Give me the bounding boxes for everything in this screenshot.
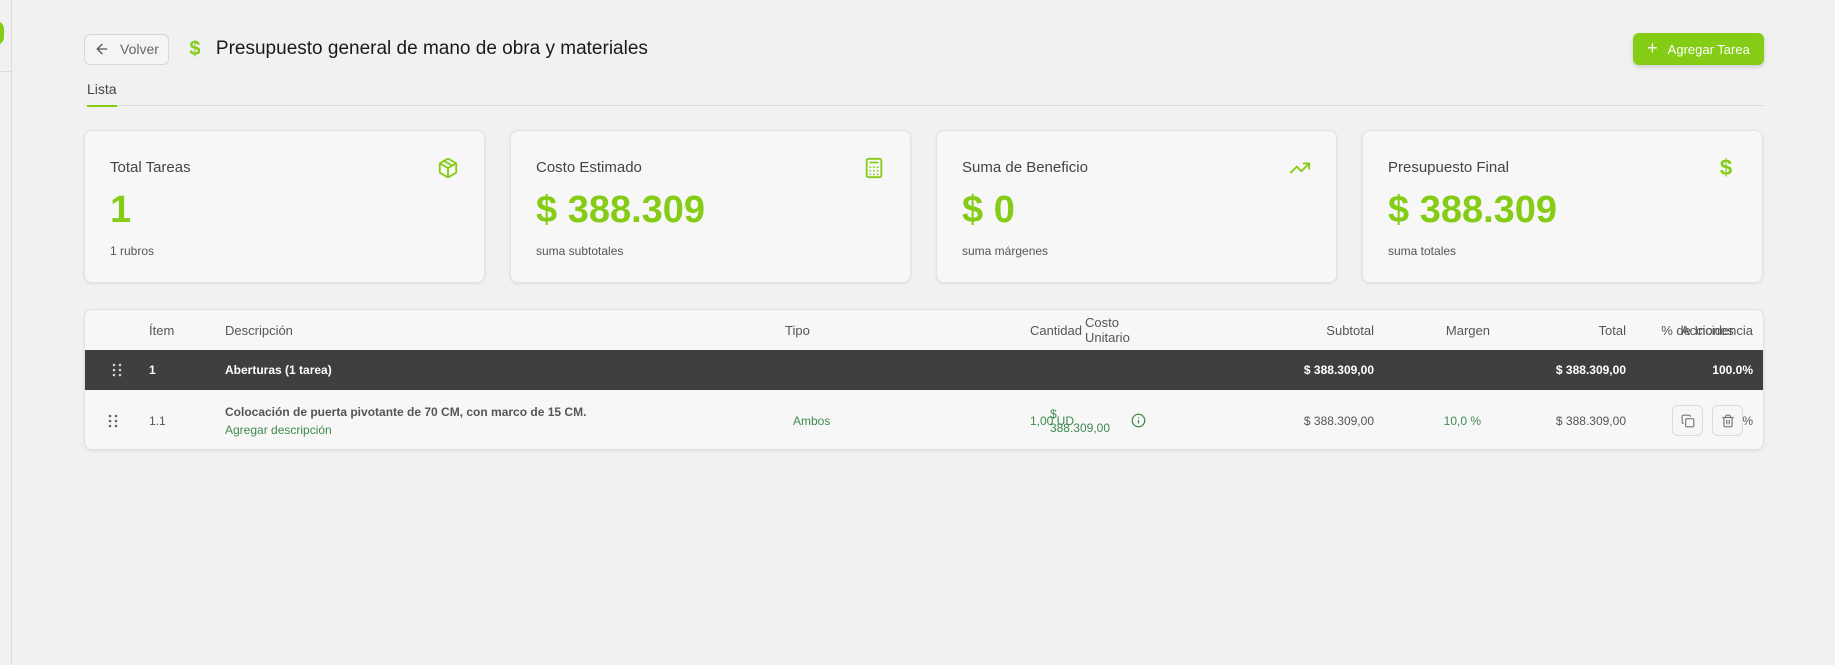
group-total: $ 388.309,00 xyxy=(1555,363,1626,377)
delete-button[interactable] xyxy=(1712,405,1743,436)
calculator-icon xyxy=(863,157,885,179)
task-actions xyxy=(1672,390,1743,449)
trending-up-icon xyxy=(1289,157,1311,179)
col-subtotal: Subtotal xyxy=(1326,322,1374,338)
tab-lista[interactable]: Lista xyxy=(87,81,117,107)
sidebar-toggle[interactable] xyxy=(0,21,4,45)
left-rail xyxy=(0,0,12,665)
group-incidencia: 100.0% xyxy=(1712,363,1753,377)
dollar-sign-icon: $ xyxy=(189,37,201,60)
col-tipo: Tipo xyxy=(785,322,810,338)
card-subtext: 1 rubros xyxy=(110,244,155,258)
plus-icon: + xyxy=(1647,38,1658,58)
card-label: Total Tareas xyxy=(110,159,191,176)
card-total-tareas: Total Tareas 1 1 rubros xyxy=(84,130,485,283)
card-subtext: suma totales xyxy=(1388,244,1457,258)
copy-icon xyxy=(1681,414,1694,427)
task-total: $ 388.309,00 xyxy=(1555,413,1626,428)
group-row[interactable]: 1 Aberturas (1 tarea) $ 388.309,00 $ 388… xyxy=(85,350,1763,390)
col-total: Total xyxy=(1598,322,1626,338)
card-label: Suma de Beneficio xyxy=(962,159,1088,176)
task-tipo[interactable]: Ambos xyxy=(793,390,830,449)
card-value: 1 xyxy=(110,189,132,231)
card-subtext: suma márgenes xyxy=(962,244,1049,258)
group-item: 1 xyxy=(149,363,156,377)
info-icon[interactable] xyxy=(1121,390,1146,449)
col-acciones: Acciones xyxy=(1681,322,1734,338)
card-value: $ 388.309 xyxy=(1388,189,1558,231)
task-subtotal: $ 388.309,00 xyxy=(1303,413,1374,428)
group-description: Aberturas (1 tarea) xyxy=(225,363,332,377)
card-suma-beneficio: Suma de Beneficio $ 0 suma márgenes xyxy=(936,130,1337,283)
card-presupuesto-final: Presupuesto Final $ $ 388.309 suma total… xyxy=(1362,130,1763,283)
task-item: 1.1 xyxy=(149,413,166,428)
package-icon xyxy=(437,157,459,179)
add-task-label: Agregar Tarea xyxy=(1667,41,1750,57)
card-subtext: suma subtotales xyxy=(536,244,624,258)
add-description-link[interactable]: Agregar descripción xyxy=(225,423,332,437)
page-header: Volver $ Presupuesto general de mano de … xyxy=(84,33,1764,65)
back-button-label: Volver xyxy=(120,41,159,57)
col-cantidad: Cantidad xyxy=(1029,322,1082,338)
task-margen[interactable]: 10,0 % xyxy=(1385,390,1481,449)
task-costo-unitario[interactable]: $ 388.309,00 xyxy=(1050,390,1110,449)
table-row: 1.1 Colocación de puerta pivotante de 70… xyxy=(85,390,1763,449)
card-label: Presupuesto Final xyxy=(1388,159,1509,176)
group-subtotal: $ 388.309,00 xyxy=(1303,363,1374,377)
card-label: Costo Estimado xyxy=(536,159,642,176)
task-description[interactable]: Colocación de puerta pivotante de 70 CM,… xyxy=(225,405,586,419)
dollar-sign-icon: $ xyxy=(1719,155,1733,180)
task-description-cell: Colocación de puerta pivotante de 70 CM,… xyxy=(225,390,586,449)
col-descripcion: Descripción xyxy=(225,322,293,338)
budget-table: Ítem Descripción Tipo Cantidad Costo Uni… xyxy=(84,309,1764,450)
back-button[interactable]: Volver xyxy=(84,33,169,65)
card-costo-estimado: Costo Estimado $ 388.309 suma subtotales xyxy=(510,130,911,283)
arrow-left-icon xyxy=(96,43,108,55)
card-value: $ 388.309 xyxy=(536,189,706,231)
trash-icon xyxy=(1721,414,1734,427)
add-task-button[interactable]: + Agregar Tarea xyxy=(1633,33,1764,65)
col-item: Ítem xyxy=(149,322,175,338)
duplicate-button[interactable] xyxy=(1672,405,1703,436)
card-value: $ 0 xyxy=(962,189,1015,231)
rail-divider xyxy=(0,71,12,72)
col-margen: Margen xyxy=(1445,322,1490,338)
summary-cards: Total Tareas 1 1 rubros Costo Estimado $… xyxy=(84,130,1764,283)
page-title: Presupuesto general de mano de obra y ma… xyxy=(215,38,648,59)
drag-handle-icon[interactable] xyxy=(85,390,141,449)
drag-handle-icon[interactable] xyxy=(85,350,149,390)
tab-bar: Lista xyxy=(84,79,1764,107)
table-header: Ítem Descripción Tipo Cantidad Costo Uni… xyxy=(85,310,1763,350)
col-costo-unitario: Costo Unitario xyxy=(1085,315,1130,345)
